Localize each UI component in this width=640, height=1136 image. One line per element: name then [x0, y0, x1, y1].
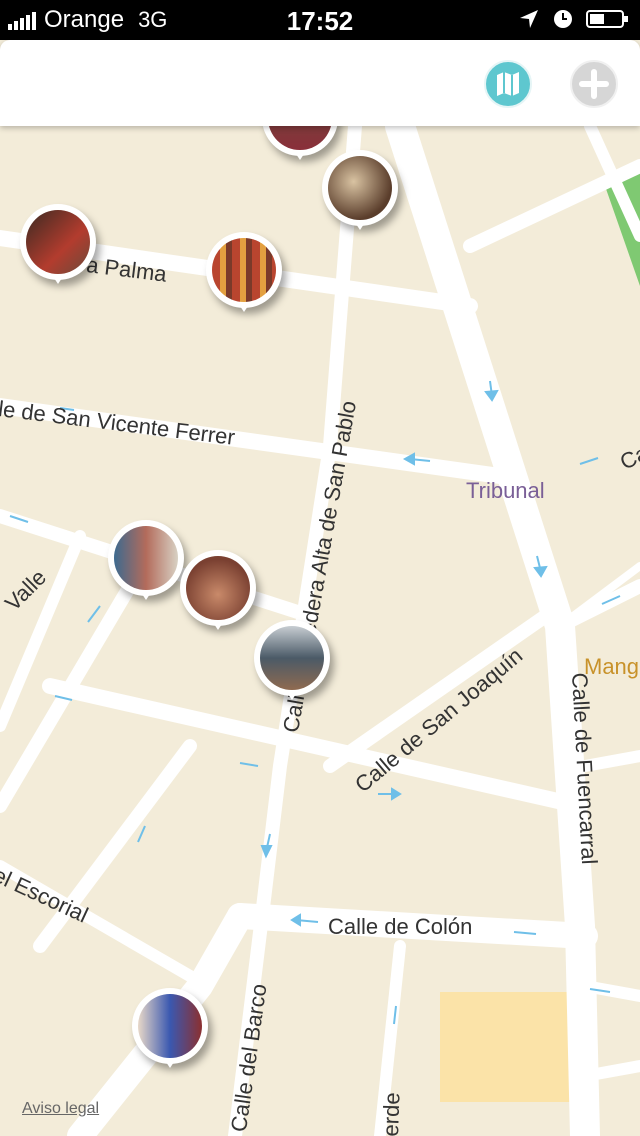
- alarm-clock-icon: [554, 10, 572, 28]
- shop-pin-8[interactable]: [132, 988, 208, 1078]
- building-block: [440, 992, 572, 1102]
- shop-photo: [138, 994, 202, 1058]
- map-view[interactable]: a Palma le de San Vicente Ferrer Calle C…: [0, 126, 640, 1136]
- shop-pin-4[interactable]: [206, 232, 282, 322]
- shop-photo: [186, 556, 250, 620]
- street-label-colon: Calle de Colón: [328, 914, 473, 939]
- status-right: [518, 8, 630, 30]
- add-button[interactable]: [570, 60, 618, 108]
- status-bar: Orange 3G 17:52: [0, 0, 640, 40]
- shop-pin-5[interactable]: [108, 520, 184, 610]
- map-icon: [484, 60, 532, 108]
- shop-photo: [26, 210, 90, 274]
- shop-pin-1[interactable]: [20, 204, 96, 294]
- location-arrow-icon: [520, 10, 538, 28]
- legal-notice-link[interactable]: Aviso legal: [22, 1100, 99, 1118]
- shop-pin-3[interactable]: [262, 126, 338, 170]
- shop-photo: [260, 626, 324, 690]
- plus-icon: [570, 60, 618, 108]
- battery-icon: [586, 10, 628, 28]
- shop-photo: [212, 238, 276, 302]
- shop-pin-7[interactable]: [254, 620, 330, 710]
- top-bar: [0, 40, 640, 126]
- shop-photo: [114, 526, 178, 590]
- place-label-tribunal: Tribunal: [466, 478, 545, 503]
- map-view-button[interactable]: [484, 60, 532, 108]
- street-label-verde: erde: [378, 1091, 405, 1136]
- place-label-mang: Mang: [584, 654, 640, 679]
- shop-pin-6[interactable]: [180, 550, 256, 640]
